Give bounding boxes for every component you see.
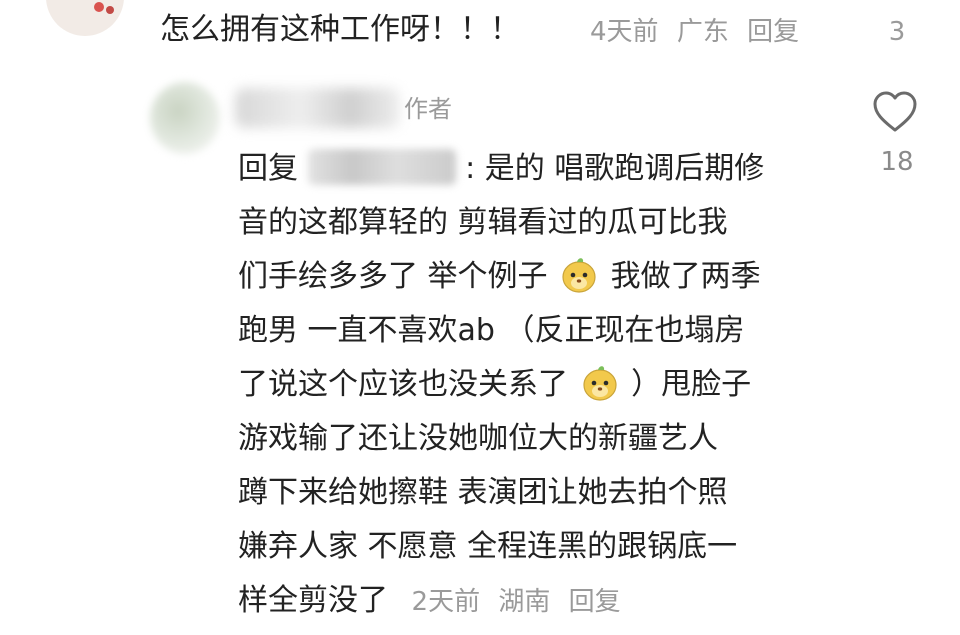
author-avatar[interactable]	[150, 82, 220, 154]
comment-line: 了说这个应该也没关系了 ）甩脸子	[238, 358, 838, 412]
reply-button[interactable]: 回复	[747, 17, 799, 47]
comment-time: 2天前	[411, 587, 481, 617]
comment-text: 怎么拥有这种工作呀！！！	[160, 12, 520, 47]
comment-line: 游戏输了还让没她咖位大的新疆艺人	[238, 421, 718, 456]
author-name-blurred[interactable]	[235, 88, 400, 128]
comment-line: 音的这都算轻的 剪辑看过的瓜可比我	[238, 205, 728, 240]
author-badge: 作者	[404, 95, 452, 123]
emoji-icon	[582, 365, 617, 401]
comment-line: 蹲下来给她擦鞋 表演团让她去拍个照	[238, 475, 728, 510]
comment-time: 4天前	[590, 17, 659, 47]
comment-location: 广东	[676, 17, 729, 47]
comment-meta: 2天前 湖南 回复	[412, 587, 631, 617]
like-count: 18	[880, 147, 914, 177]
commenter-avatar[interactable]	[46, 0, 124, 36]
comment-line: 跑男 一直不喜欢ab （反正现在也塌房	[238, 313, 745, 348]
comment-meta: 4天前 广东 回复	[590, 14, 809, 50]
reply-button[interactable]: 回复	[569, 587, 621, 617]
heart-icon[interactable]	[872, 90, 918, 134]
comment-line: 样全剪没了 2天前 湖南 回复	[238, 574, 838, 628]
reply-comment-body: 回复 : 是的 唱歌跑调后期修 音的这都算轻的 剪辑看过的瓜可比我 们手绘多多了…	[238, 142, 838, 628]
comment-line: 嫌弃人家 不愿意 全程连黑的跟锅底一	[238, 529, 738, 564]
comment-line: 回复 : 是的 唱歌跑调后期修	[238, 142, 838, 196]
like-control[interactable]: 18	[872, 90, 922, 180]
comment-line: 们手绘多多了 举个例子 我做了两季	[238, 250, 838, 304]
like-count: 3	[888, 17, 906, 47]
emoji-icon	[562, 257, 596, 293]
comment-location: 湖南	[498, 587, 551, 617]
mention-blurred[interactable]	[307, 148, 456, 185]
reply-prefix: 回复	[238, 151, 298, 186]
